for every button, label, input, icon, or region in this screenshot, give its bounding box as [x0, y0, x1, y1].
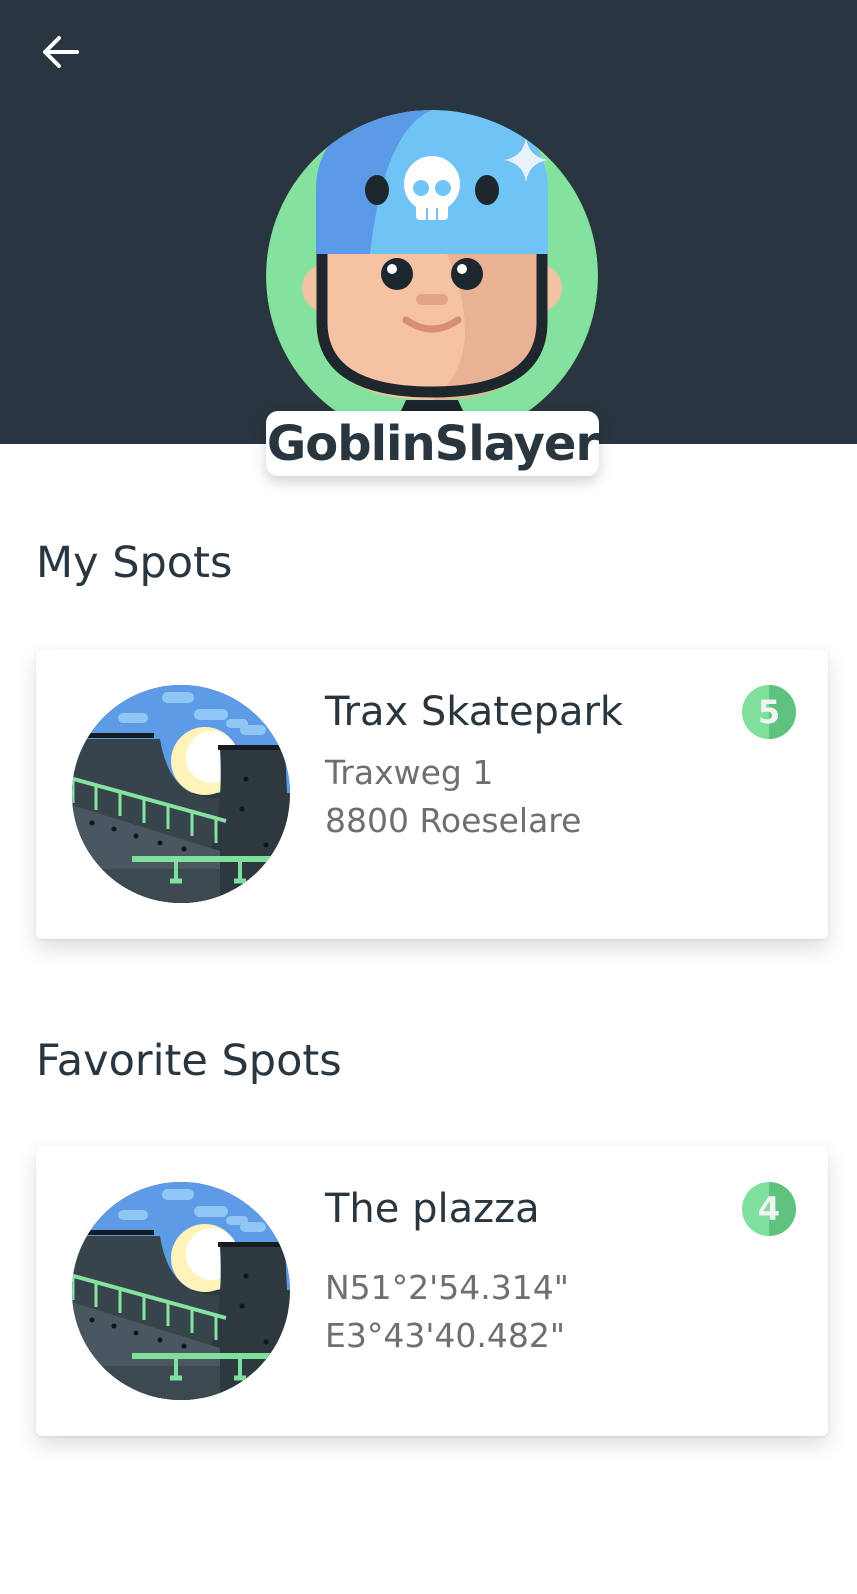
spot-city-line: 8800 Roeselare — [325, 801, 582, 840]
spot-name: The plazza — [325, 1186, 540, 1232]
my-spots-title: My Spots — [36, 538, 233, 588]
rating-badge: 4 — [742, 1182, 796, 1236]
profile-header — [0, 0, 857, 444]
spot-address-line: Traxweg 1 — [325, 753, 494, 792]
spot-card[interactable]: The plazza N51°2'54.314" E3°43'40.482" 4 — [36, 1146, 828, 1436]
username-label: GoblinSlayer — [266, 411, 599, 476]
skatepark-ramp-image — [70, 683, 292, 905]
spot-longitude: E3°43'40.482" — [325, 1316, 566, 1355]
skatepark-ramp-image — [70, 1180, 292, 1402]
rating-value: 4 — [758, 1190, 780, 1228]
rating-value: 5 — [758, 693, 780, 731]
back-arrow-icon[interactable] — [36, 28, 84, 76]
spot-card[interactable]: Trax Skatepark Traxweg 1 8800 Roeselare … — [36, 649, 828, 939]
spot-latitude: N51°2'54.314" — [325, 1268, 569, 1307]
avatar — [266, 110, 598, 442]
favorite-spots-title: Favorite Spots — [36, 1036, 342, 1086]
spot-name: Trax Skatepark — [325, 689, 624, 735]
rating-badge: 5 — [742, 685, 796, 739]
